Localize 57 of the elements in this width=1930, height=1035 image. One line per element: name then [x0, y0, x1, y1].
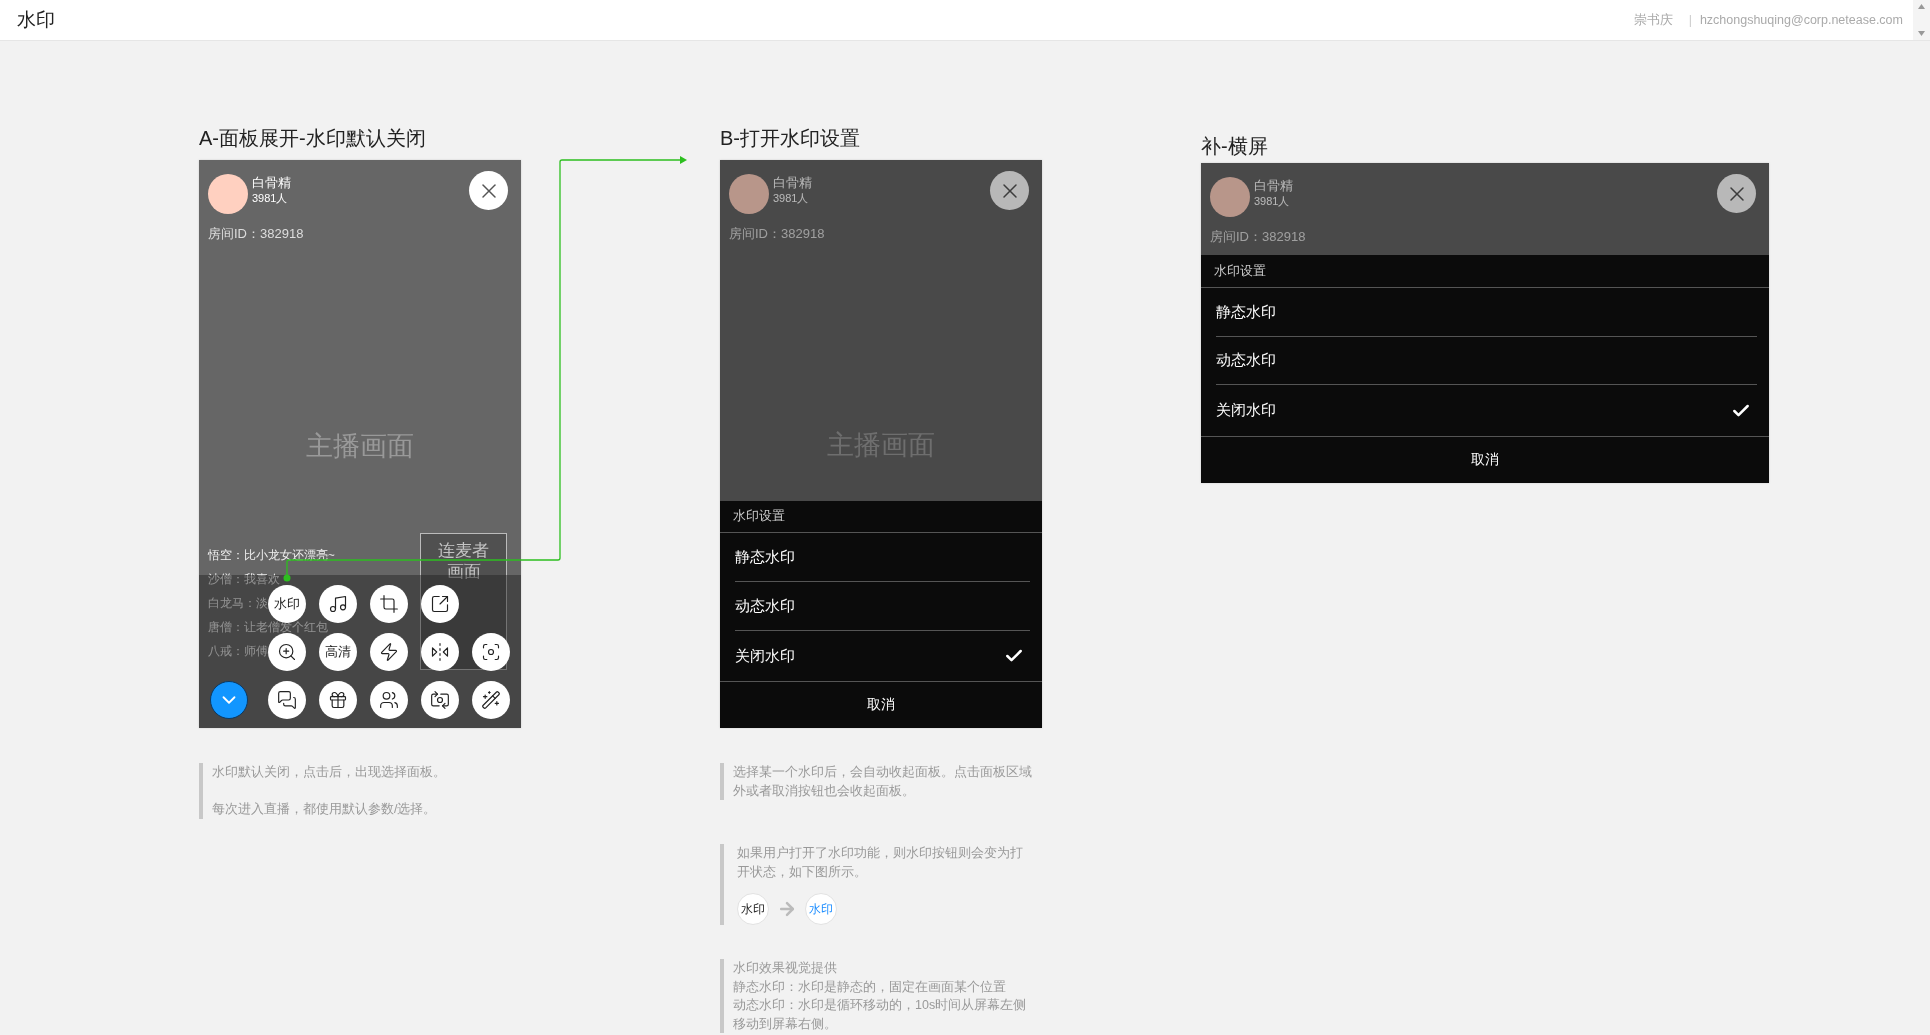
separator: |	[1688, 13, 1692, 27]
zoom-in-icon	[277, 642, 297, 662]
crop-icon	[379, 594, 399, 614]
viewer-count: 3981人	[1254, 194, 1291, 209]
note-text: 静态水印：水印是静态的，固定在画面某个位置	[733, 978, 1007, 996]
note-text: 水印默认关闭，点击后，出现选择面板。	[212, 764, 447, 781]
cancel-button[interactable]: 取消	[1201, 437, 1769, 483]
viewer-count: 3981人	[252, 191, 289, 206]
watermark-option[interactable]: 静态水印	[1216, 288, 1757, 337]
note-text: 如果用户打开了水印功能，则水印按钮则会变为打开状态，如下图所示。	[737, 845, 1024, 881]
chat-message: 唐僧：让老僧发个红包	[208, 620, 328, 635]
share-icon	[430, 594, 450, 614]
anchor-name: 白骨精	[1254, 178, 1293, 194]
mirror-icon	[430, 642, 450, 662]
lightning-icon	[379, 642, 399, 662]
note-text: 水印效果视觉提供	[733, 960, 838, 977]
author-email: hzchongshuqing@corp.netease.com	[1699, 13, 1903, 27]
people-icon	[379, 690, 399, 710]
author-name: 崇书庆	[1633, 11, 1673, 29]
section-title: 补-横屏	[1201, 134, 1269, 159]
cancel-button[interactable]: 取消	[720, 682, 1042, 728]
anchor-name: 白骨精	[773, 175, 812, 191]
room-id: 房间ID：382918	[729, 225, 826, 243]
close-button[interactable]	[469, 171, 508, 210]
avatar	[208, 174, 248, 214]
chat-message: 悟空：比小龙女还漂亮~	[208, 548, 335, 563]
sheet-title: 水印设置	[1214, 262, 1266, 280]
chat-message: 八戒：师傅	[208, 644, 268, 659]
sheet-title: 水印设置	[733, 508, 785, 525]
chat-message: 白龙马：淡	[208, 596, 268, 611]
room-id: 房间ID：382918	[1210, 228, 1307, 246]
watermark-state-button[interactable]: 水印	[805, 893, 837, 925]
viewer-count: 3981人	[773, 191, 810, 206]
focus-icon	[481, 642, 501, 662]
avatar	[729, 174, 769, 214]
cohost-label: 连麦者	[438, 540, 489, 561]
scrollbar[interactable]	[1913, 0, 1930, 40]
chat-message: 沙僧：我喜欢	[208, 572, 280, 587]
watermark-option[interactable]: 静态水印	[735, 533, 1030, 582]
avatar	[1210, 177, 1250, 217]
close-button[interactable]	[990, 171, 1029, 210]
arrow-right-icon	[777, 899, 797, 919]
anchor-name: 白骨精	[252, 175, 291, 191]
camera-switch-icon	[430, 690, 450, 710]
section-title: A-面板展开-水印默认关闭	[199, 126, 427, 151]
chat-bubbles-icon	[277, 690, 297, 710]
cohost-label: 画面	[446, 561, 481, 582]
note-text: 每次进入直播，都使用默认参数/选择。	[212, 801, 438, 818]
page-title: 水印	[17, 8, 55, 32]
section-title: B-打开水印设置	[720, 126, 861, 151]
close-button[interactable]	[1717, 174, 1756, 213]
watermark-state-button[interactable]: 水印	[737, 893, 769, 925]
gift-icon	[328, 690, 348, 710]
music-note-icon	[328, 594, 348, 614]
note-text: 动态水印：水印是循环移动的，10s时间从屏幕左侧移动到屏幕右侧。	[733, 997, 1028, 1033]
room-id: 房间ID：382918	[208, 225, 305, 243]
magic-wand-icon	[481, 690, 501, 710]
